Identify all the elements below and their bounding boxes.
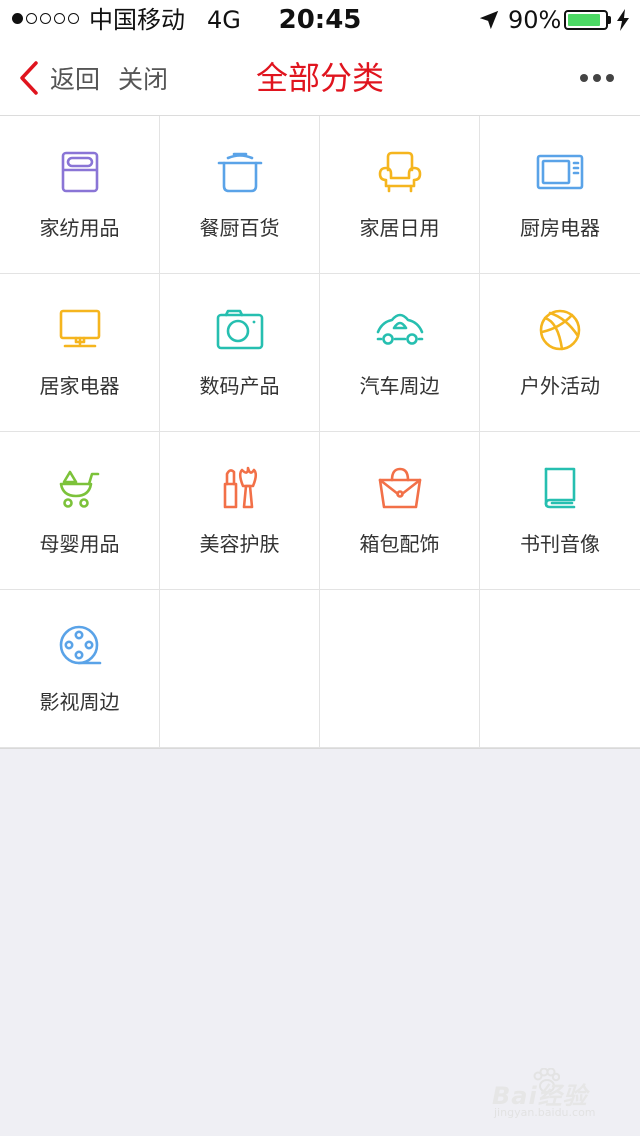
category-label: 厨房电器 xyxy=(520,216,600,240)
charging-bolt-icon xyxy=(617,9,629,31)
category-item[interactable]: 居家电器 xyxy=(0,274,160,432)
back-button[interactable]: 返回 xyxy=(18,58,100,98)
handbag-icon xyxy=(376,466,424,510)
battery-cap xyxy=(608,16,611,24)
more-dot-icon xyxy=(593,74,601,82)
empty-grid-cell xyxy=(480,590,640,748)
chevron-left-icon xyxy=(20,61,38,95)
category-item[interactable]: 厨房电器 xyxy=(480,116,640,274)
category-label: 居家电器 xyxy=(39,374,120,398)
pot-icon xyxy=(216,150,264,194)
category-item[interactable]: 母婴用品 xyxy=(0,432,160,590)
category-item[interactable]: 数码产品 xyxy=(160,274,320,432)
lipstick-brush-icon xyxy=(216,466,264,510)
category-item[interactable]: 家纺用品 xyxy=(0,116,160,274)
navigation-bar: 返回 关闭 全部分类 xyxy=(0,40,640,116)
category-item[interactable]: 餐厨百货 xyxy=(160,116,320,274)
category-label: 家居日用 xyxy=(359,216,440,240)
category-label: 母婴用品 xyxy=(39,532,120,556)
basketball-icon xyxy=(536,308,584,352)
monitor-icon xyxy=(56,308,104,352)
category-item[interactable]: 汽车周边 xyxy=(320,274,480,432)
battery-percent: 90% xyxy=(508,6,562,34)
category-label: 户外活动 xyxy=(520,374,600,398)
more-dot-icon xyxy=(580,74,588,82)
back-label: 返回 xyxy=(50,65,101,94)
close-button[interactable]: 关闭 xyxy=(118,58,168,98)
bedding-icon xyxy=(56,150,104,194)
more-options-button[interactable] xyxy=(580,68,620,88)
empty-grid-cell xyxy=(160,590,320,748)
more-dot-icon xyxy=(606,74,614,82)
location-arrow-icon xyxy=(479,10,499,30)
category-label: 餐厨百货 xyxy=(199,216,280,240)
category-label: 美容护肤 xyxy=(199,532,280,556)
armchair-icon xyxy=(376,150,424,194)
stroller-icon xyxy=(56,466,104,510)
category-grid: 家纺用品 餐厨百货 家居日用 厨房电器居家电器 数码产品 汽车周边 户外活动母婴用品 美容护肤… xyxy=(0,116,640,749)
category-label: 数码产品 xyxy=(199,374,280,398)
category-label: 汽车周边 xyxy=(359,374,440,398)
category-item[interactable]: 美容护肤 xyxy=(160,432,320,590)
category-item[interactable]: 书刊音像 xyxy=(480,432,640,590)
baidu-jingyan-watermark: Bai经验 jingyan.baidu.com xyxy=(492,1068,622,1124)
film-reel-icon xyxy=(56,624,104,668)
category-label: 书刊音像 xyxy=(520,532,600,556)
empty-grid-cell xyxy=(320,590,480,748)
car-icon xyxy=(376,308,424,352)
battery-icon xyxy=(564,10,608,30)
book-icon xyxy=(536,466,584,510)
category-item[interactable]: 户外活动 xyxy=(480,274,640,432)
category-label: 影视周边 xyxy=(39,690,120,714)
category-label: 箱包配饰 xyxy=(359,532,440,556)
category-item[interactable]: 箱包配饰 xyxy=(320,432,480,590)
camera-icon xyxy=(216,308,264,352)
microwave-icon xyxy=(536,150,584,194)
watermark-url: jingyan.baidu.com xyxy=(494,1106,596,1119)
category-item[interactable]: 影视周边 xyxy=(0,590,160,748)
category-label: 家纺用品 xyxy=(39,216,120,240)
category-item[interactable]: 家居日用 xyxy=(320,116,480,274)
status-bar: 中国移动 4G 20:45 90% xyxy=(0,0,640,40)
